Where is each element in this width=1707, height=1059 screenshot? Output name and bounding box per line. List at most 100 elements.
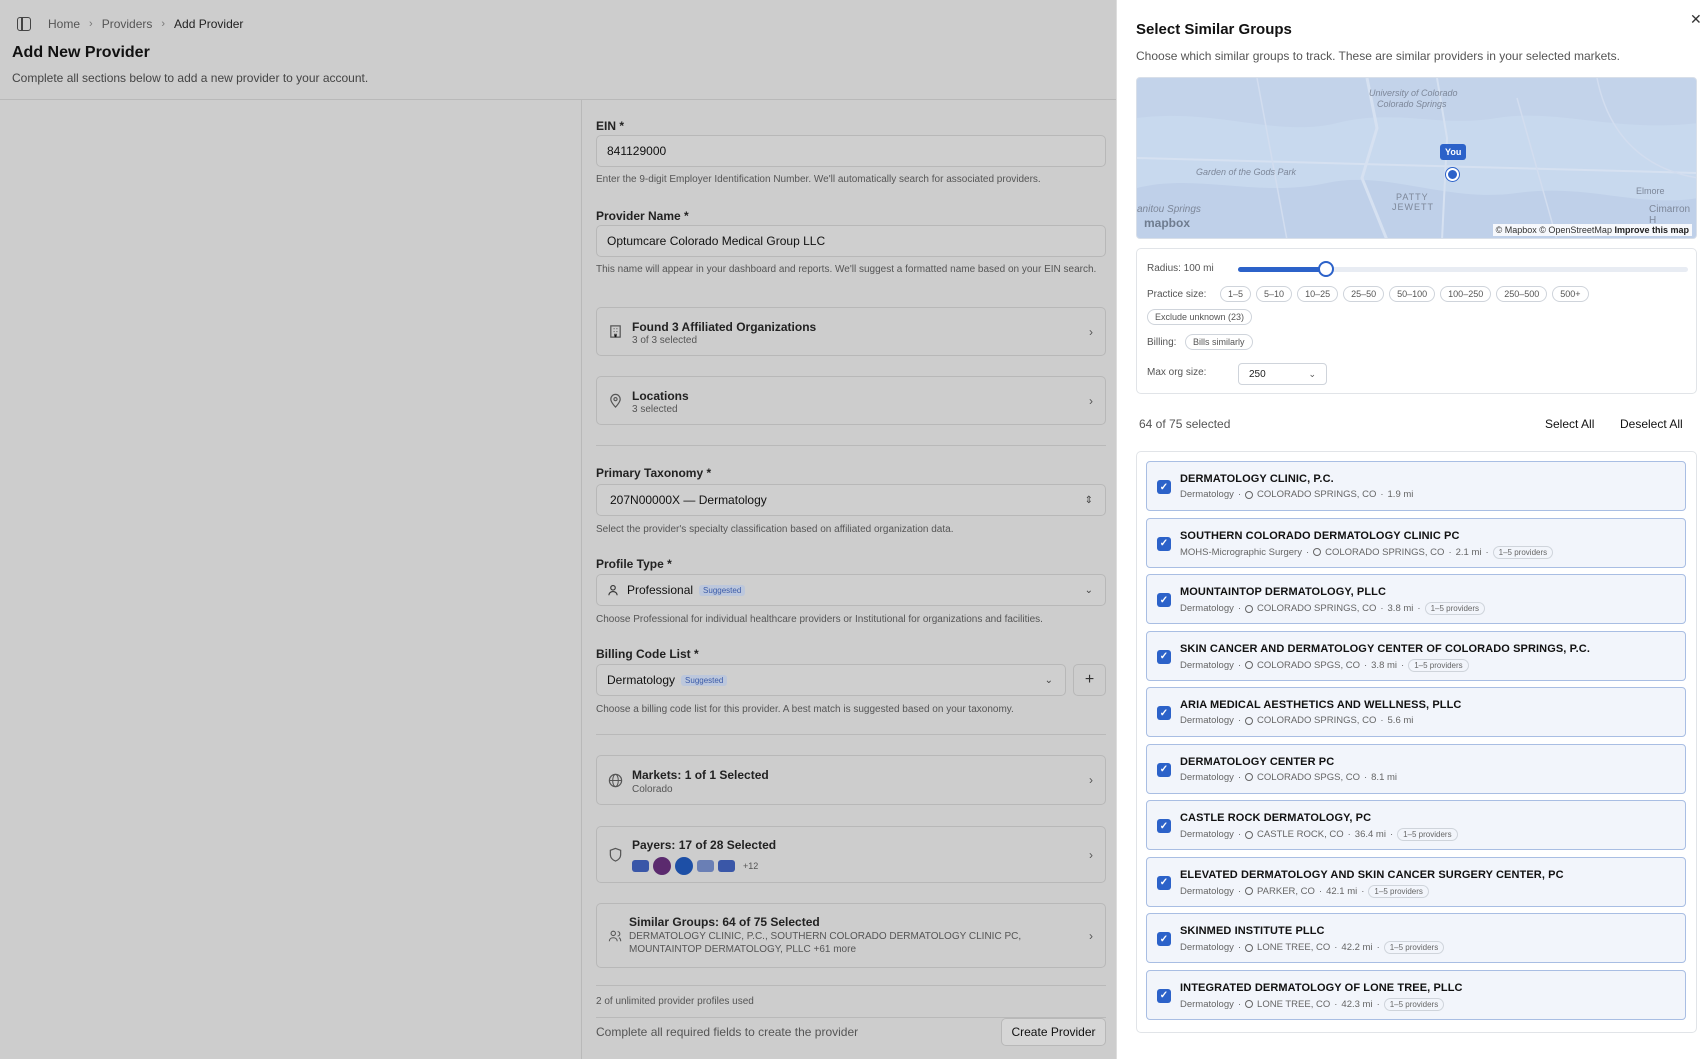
group-checkbox[interactable]: ✓ <box>1157 480 1171 494</box>
meta-separator: · <box>1237 942 1242 953</box>
user-icon <box>607 584 619 596</box>
group-specialty: Dermatology <box>1180 942 1234 953</box>
group-location: COLORADO SPRINGS, CO <box>1325 546 1445 558</box>
group-name: DERMATOLOGY CENTER PC <box>1180 755 1335 768</box>
group-meta: Dermatology · COLORADO SPGS, CO · 3.8 mi · 1–5… <box>1180 658 1469 672</box>
practice-size-chip[interactable]: 1–5 <box>1220 286 1252 302</box>
group-checkbox[interactable]: ✓ <box>1157 536 1171 551</box>
group-specialty: Dermatology <box>1180 659 1234 671</box>
group-checkbox[interactable]: ✓ <box>1157 593 1171 607</box>
profile-type-select[interactable]: Professional Suggested ⌄ <box>596 574 1106 606</box>
breadcrumb-home[interactable]: Home <box>48 17 80 31</box>
practice-size-chip[interactable]: 25–50 <box>1343 286 1385 302</box>
practice-size-chip[interactable]: 250–500 <box>1496 286 1548 302</box>
billing-select[interactable]: Dermatology Suggested ⌄ <box>596 664 1066 696</box>
group-row[interactable]: ✓ DERMATOLOGY CENTER PC Dermatology · COLORA… <box>1146 743 1686 794</box>
chevron-down-icon: ⌄ <box>1308 368 1316 379</box>
practice-size-chip[interactable]: 100–250 <box>1440 286 1492 302</box>
similar-groups-card[interactable]: Similar Groups: 64 of 75 Selected DERMAT… <box>596 903 1106 968</box>
group-row[interactable]: ✓ SKIN CANCER AND DERMATOLOGY CENTER OF C… <box>1146 630 1686 681</box>
group-meta: Dermatology · LONE TREE, CO · 42.3 mi · 1–5 pr… <box>1180 997 1445 1011</box>
locations-sub: 3 selected <box>632 404 678 415</box>
suggested-badge: Suggested <box>681 674 728 686</box>
group-name: SKINMED INSTITUTE PLLC <box>1180 925 1325 937</box>
meta-separator: · <box>1361 885 1365 897</box>
improve-map-link[interactable]: Improve this map <box>1614 225 1689 235</box>
max-org-size-select[interactable]: 250 ⌄ <box>1238 363 1327 385</box>
billing-value: Dermatology <box>607 673 676 687</box>
bills-similarly-chip[interactable]: Bills similarly <box>1185 334 1253 350</box>
group-checkbox[interactable]: ✓ <box>1157 649 1171 664</box>
meta-separator: · <box>1389 829 1394 840</box>
group-checkbox[interactable]: ✓ <box>1157 875 1171 890</box>
you-marker[interactable]: You <box>1440 144 1467 160</box>
locations-card[interactable]: Locations 3 selected › <box>596 376 1106 425</box>
updown-chevron-icon: ⇕ <box>1084 494 1093 506</box>
chevron-right-icon: › <box>1089 324 1093 339</box>
group-distance: 2.1 mi <box>1455 546 1482 558</box>
practice-size-chip[interactable]: 5–10 <box>1256 286 1293 302</box>
breadcrumb-providers[interactable]: Providers <box>102 17 153 31</box>
chevron-right-icon: › <box>1089 773 1093 787</box>
group-row[interactable]: ✓ DERMATOLOGY CLINIC, P.C. Dermatology · COL… <box>1146 461 1686 511</box>
provider-name-help: This name will appear in your dashboard … <box>596 264 1097 275</box>
payers-card[interactable]: Payers: 17 of 28 Selected +12 › <box>596 826 1106 883</box>
meta-separator: · <box>1380 603 1384 614</box>
group-row[interactable]: ✓ SKINMED INSTITUTE PLLC Dermatology · LONE … <box>1146 913 1686 963</box>
group-name: CASTLE ROCK DERMATOLOGY, PC <box>1180 812 1372 824</box>
group-checkbox[interactable]: ✓ <box>1157 706 1171 720</box>
section-divider <box>596 734 1106 735</box>
page-title: Add New Provider <box>12 44 150 61</box>
payer-logos: +12 <box>632 857 758 875</box>
create-provider-button[interactable]: Create Provider <box>1001 1018 1106 1046</box>
select-all-button[interactable]: Select All <box>1545 417 1594 431</box>
group-checkbox[interactable]: ✓ <box>1157 762 1171 777</box>
profile-type-help: Choose Professional for individual healt… <box>596 614 1043 625</box>
markets-card[interactable]: Markets: 1 of 1 Selected Colorado › <box>596 755 1106 805</box>
map-pin-icon <box>1245 830 1254 839</box>
close-icon[interactable]: ✕ <box>1690 11 1702 28</box>
taxonomy-select[interactable]: 207N00000X — Dermatology ⇕ <box>596 484 1106 516</box>
practice-size-chip[interactable]: 50–100 <box>1389 286 1436 302</box>
group-row[interactable]: ✓ SOUTHERN COLORADO DERMATOLOGY CLINIC PC… <box>1146 517 1686 568</box>
ein-input[interactable]: 841129000 <box>596 135 1106 167</box>
meta-separator: · <box>1485 546 1489 558</box>
group-specialty: Dermatology <box>1180 603 1234 614</box>
locations-title: Locations <box>632 389 689 403</box>
globe-icon <box>607 772 623 788</box>
map-pin-icon <box>1245 604 1254 613</box>
group-checkbox[interactable]: ✓ <box>1157 988 1171 1003</box>
practice-size-chip[interactable]: 10–25 <box>1297 286 1339 302</box>
group-row[interactable]: ✓ CASTLE ROCK DERMATOLOGY, PC Dermatology ·… <box>1146 800 1686 850</box>
group-row[interactable]: ✓ ARIA MEDICAL AESTHETICS AND WELLNESS, P… <box>1146 687 1686 737</box>
deselect-all-button[interactable]: Deselect All <box>1620 417 1683 431</box>
sidebar-toggle-icon[interactable] <box>17 17 31 31</box>
group-row[interactable]: ✓ INTEGRATED DERMATOLOGY OF LONE TREE, PL… <box>1146 969 1686 1020</box>
affiliated-orgs-sub: 3 of 3 selected <box>632 335 698 346</box>
group-location: COLORADO SPGS, CO <box>1257 659 1360 671</box>
map-label: Cimarron H <box>1649 204 1691 226</box>
group-checkbox[interactable]: ✓ <box>1157 932 1171 946</box>
group-row[interactable]: ✓ MOUNTAINTOP DERMATOLOGY, PLLC Dermatolog… <box>1146 574 1686 624</box>
group-row[interactable]: ✓ ELEVATED DERMATOLOGY AND SKIN CANCER SU… <box>1146 856 1686 907</box>
map-label: anitou Springs <box>1137 204 1201 215</box>
radius-slider[interactable] <box>1238 261 1688 277</box>
add-billing-list-button[interactable]: + <box>1073 664 1106 696</box>
page-background: Home › Providers › Add Provider Add New … <box>0 0 1116 1059</box>
provider-name-input[interactable]: Optumcare Colorado Medical Group LLC <box>596 225 1106 257</box>
radius-slider-thumb[interactable] <box>1317 261 1334 277</box>
filters-box: Radius: 100 mi Practice size: 1–5 5–10 1… <box>1136 248 1697 394</box>
payer-logo <box>718 860 735 872</box>
map-label: JEWETT <box>1392 202 1434 212</box>
payers-title: Payers: 17 of 28 Selected <box>632 838 777 852</box>
map[interactable]: University of Colorado Colorado Springs … <box>1136 77 1697 239</box>
suggested-badge: Suggested <box>699 584 746 596</box>
group-checkbox[interactable]: ✓ <box>1157 819 1171 833</box>
chevron-right-icon: › <box>1089 393 1093 408</box>
affiliated-orgs-card[interactable]: Found 3 Affiliated Organizations 3 of 3 … <box>596 307 1106 356</box>
practice-size-chip[interactable]: 500+ <box>1552 286 1589 302</box>
group-name: ELEVATED DERMATOLOGY AND SKIN CANCER SUR… <box>1180 868 1564 881</box>
group-meta: Dermatology · COLORADO SPRINGS, CO · 5.6 mi <box>1180 715 1413 726</box>
exclude-unknown-chip[interactable]: Exclude unknown (23) <box>1147 309 1253 325</box>
exclude-chips: Exclude unknown (23) <box>1147 309 1253 325</box>
